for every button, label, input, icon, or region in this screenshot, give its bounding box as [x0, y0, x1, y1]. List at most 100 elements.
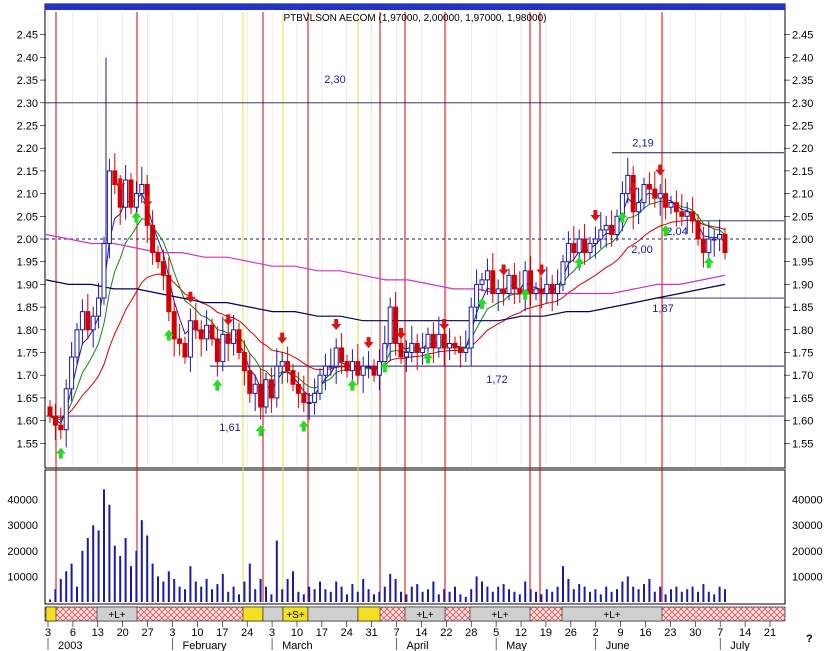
- candle-body: [366, 365, 372, 368]
- candle-body: [247, 370, 253, 394]
- candle-body: [690, 211, 696, 222]
- candle-body: [187, 320, 193, 358]
- candle-body: [625, 174, 631, 195]
- candle-body: [360, 365, 366, 376]
- candle-body: [139, 184, 145, 195]
- date-tick-label: 19: [540, 627, 552, 639]
- volume-tick-label-right: 40000: [792, 495, 823, 507]
- volume-tick-label-left: 10000: [7, 571, 38, 583]
- date-tick-label: 12: [515, 627, 527, 639]
- help-icon[interactable]: ?: [806, 633, 813, 645]
- candle-body: [695, 220, 701, 240]
- date-axis: 3 6 13 20 27 3 10 17 24 3 10 17 24 31 7 14 22 28 5 12 19 26 2 9…: [45, 621, 776, 651]
- signal-strip-label: +L+: [491, 610, 508, 621]
- candle-body: [295, 383, 301, 394]
- date-tick-label: 26: [565, 627, 577, 639]
- candle-body: [74, 329, 80, 358]
- price-tick-label-right: 1.65: [792, 393, 813, 405]
- date-tick-label: 28: [465, 627, 477, 639]
- candle-body: [333, 347, 339, 367]
- volume-tick-label-right: 20000: [792, 546, 823, 558]
- candle-body: [706, 238, 712, 254]
- candle-body: [160, 261, 166, 276]
- top-band: [45, 4, 785, 10]
- date-tick-label: 14: [415, 627, 427, 639]
- candle-body: [587, 243, 593, 254]
- candle-body: [641, 184, 647, 204]
- month-label: April: [407, 640, 429, 651]
- month-label: February: [182, 640, 227, 651]
- level-label: 1,61: [219, 422, 240, 434]
- candle-body: [63, 388, 69, 431]
- candle-body: [506, 274, 512, 294]
- candle-body: [430, 333, 436, 349]
- date-tick-label: 6: [70, 627, 76, 639]
- candle-body: [220, 333, 226, 363]
- signal-strip-label: +S+: [286, 610, 305, 621]
- price-tick-label-left: 2.40: [17, 52, 38, 64]
- candle-body: [252, 383, 258, 394]
- candle-body: [204, 324, 210, 340]
- price-tick-label-left: 2.35: [17, 75, 38, 87]
- candle-body: [209, 324, 215, 340]
- candle-body: [166, 274, 172, 313]
- candle-body: [452, 342, 458, 349]
- candle-body: [673, 202, 679, 213]
- candle-body: [501, 288, 507, 294]
- candle-body: [479, 279, 485, 285]
- candle-body: [177, 338, 183, 344]
- candle-body: [598, 229, 604, 240]
- date-tick-label: 16: [639, 627, 651, 639]
- candle-body: [312, 392, 318, 403]
- candle-body: [565, 243, 571, 263]
- candle-body: [225, 333, 231, 344]
- candle-body: [106, 170, 112, 245]
- candle-body: [592, 238, 598, 245]
- month-label: 2003: [58, 640, 82, 651]
- date-tick-label: 20: [117, 627, 129, 639]
- candle-body: [382, 342, 388, 363]
- price-tick-label-left: 2.15: [17, 166, 38, 178]
- candle-body: [538, 288, 544, 294]
- candle-body: [182, 342, 188, 358]
- candle-body: [393, 306, 399, 344]
- candle-body: [717, 233, 723, 240]
- candle-body: [285, 361, 291, 372]
- date-tick-label: 30: [689, 627, 701, 639]
- date-tick-label: 31: [366, 627, 378, 639]
- candle-body: [679, 211, 685, 217]
- candle-body: [484, 270, 490, 281]
- candle-body: [636, 202, 642, 213]
- signal-strip-segment: [262, 606, 284, 622]
- date-tick-label: 7: [717, 627, 723, 639]
- price-tick-label-right: 1.60: [792, 416, 813, 428]
- candle-body: [576, 238, 582, 254]
- date-tick-label: 10: [191, 627, 203, 639]
- candle-body: [652, 188, 658, 199]
- candle-body: [614, 215, 620, 235]
- candle-body: [268, 379, 274, 399]
- volume-tick-label-left: 40000: [7, 495, 38, 507]
- candle-body: [463, 347, 469, 353]
- date-tick-label: 13: [92, 627, 104, 639]
- candle-body: [528, 270, 534, 294]
- candle-body: [241, 352, 247, 372]
- candle-body: [231, 329, 237, 344]
- date-tick-label: 24: [341, 627, 353, 639]
- price-tick-label-left: 2.05: [17, 211, 38, 223]
- price-tick-label-right: 1.95: [792, 257, 813, 269]
- candle-body: [425, 333, 431, 349]
- price-tick-label-right: 1.80: [792, 325, 813, 337]
- candle-body: [447, 342, 453, 349]
- candle-body: [349, 361, 355, 372]
- candle-body: [344, 361, 350, 372]
- price-tick-label-left: 1.75: [17, 348, 38, 360]
- price-tick-label-right: 2.25: [792, 121, 813, 133]
- candle-body: [279, 361, 285, 367]
- price-tick-label-left: 1.90: [17, 279, 38, 291]
- signal-strip-segment: [307, 606, 359, 622]
- price-tick-label-left: 2.10: [17, 189, 38, 201]
- volume-tick-label-right: 30000: [792, 520, 823, 532]
- candle-body: [544, 283, 550, 294]
- candle-body: [236, 329, 242, 353]
